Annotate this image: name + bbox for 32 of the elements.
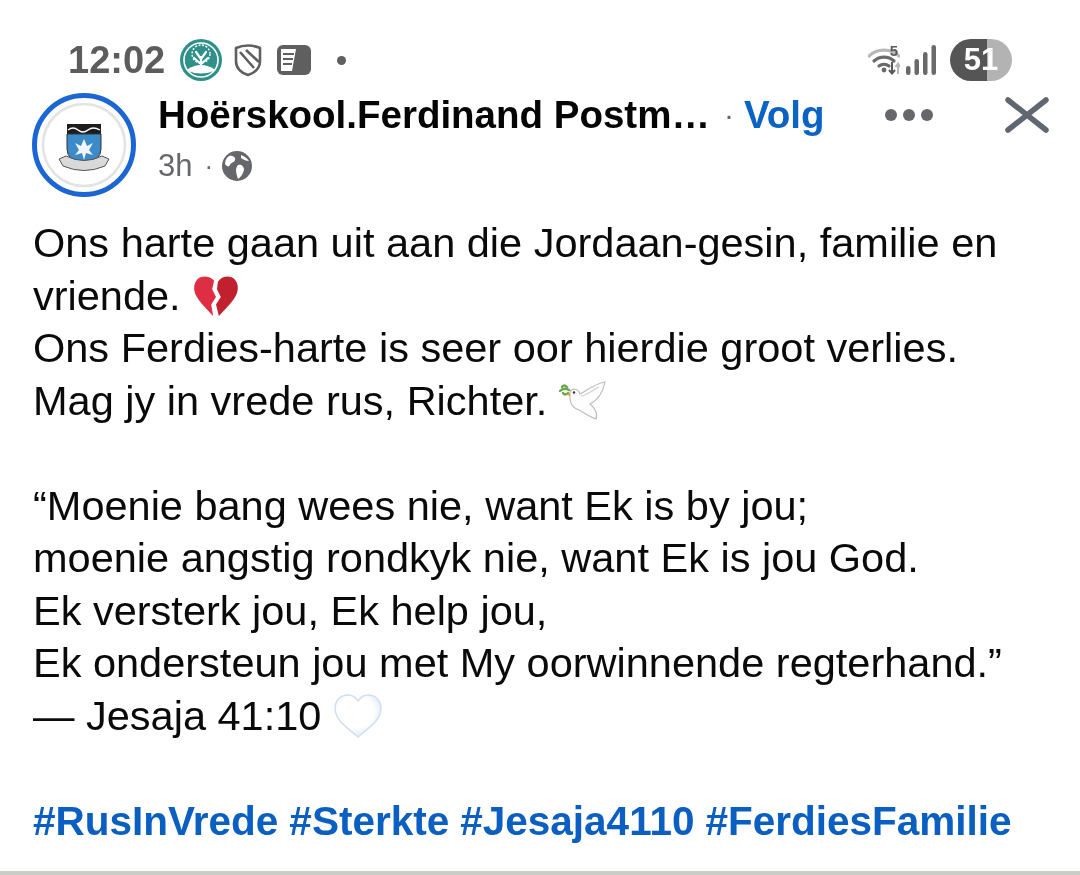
- card-app-icon: [277, 45, 312, 75]
- hashtag-link[interactable]: #RusInVrede: [33, 794, 279, 847]
- post-text: vriende.: [33, 270, 181, 321]
- post-text: — Jesaja 41:10: [33, 690, 322, 741]
- hashtag-link[interactable]: #Jesaja4110: [460, 794, 695, 847]
- hashtag-link[interactable]: #Sterkte: [289, 794, 450, 847]
- more-icon[interactable]: [884, 108, 934, 122]
- post-text: Ek versterk jou, Ek help jou,: [33, 585, 548, 636]
- shield-app-icon: [234, 43, 263, 77]
- tree-app-icon: [180, 39, 223, 81]
- signal-icon: [906, 45, 937, 75]
- hashtag-link[interactable]: #FerdiesFamilie: [705, 794, 1012, 847]
- dove-icon: [559, 380, 608, 421]
- wifi-standard-label: 5: [889, 43, 898, 59]
- separator-dot: ·: [723, 98, 734, 132]
- post-time: 3h: [158, 148, 193, 184]
- post-text: Ons Ferdies-harte is seer oor hierdie groot verlies.: [33, 323, 958, 373]
- post-text: Ons harte gaan uit aan die Jordaan-gesin, familie en: [33, 218, 998, 268]
- post-text: Ek ondersteun jou met My oorwinnende regterhand.”: [33, 638, 1002, 688]
- profile-avatar[interactable]: [32, 93, 136, 197]
- heart-icon: [333, 692, 384, 739]
- globe-icon: [222, 151, 253, 181]
- broken-heart-icon: [192, 274, 239, 317]
- status-time: 12:02: [68, 38, 166, 82]
- follow-link[interactable]: Volg: [743, 93, 825, 137]
- notification-dot-icon: [337, 55, 347, 65]
- separator-dot: ·: [204, 150, 214, 182]
- post-text: moenie angstig rondkyk nie, want Ek is jou God.: [33, 533, 919, 583]
- page-name-link[interactable]: Hoërskool.Ferdinand Postm…: [158, 93, 710, 137]
- post-text: “Moenie bang wees nie, want Ek is by jou;: [33, 480, 809, 531]
- post-text: Mag jy in vrede rus, Richter.: [33, 375, 548, 426]
- close-icon[interactable]: [1004, 97, 1050, 133]
